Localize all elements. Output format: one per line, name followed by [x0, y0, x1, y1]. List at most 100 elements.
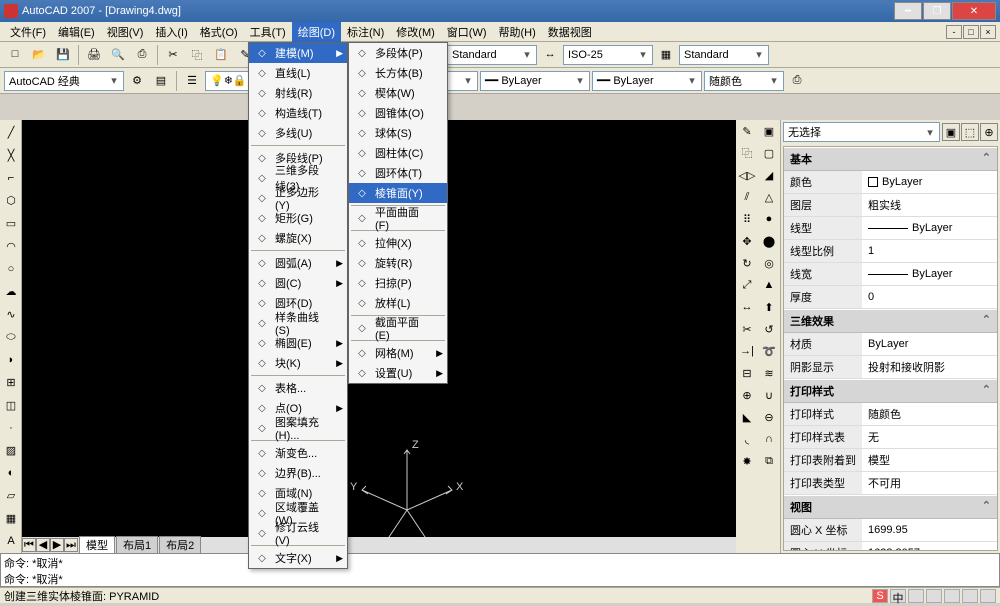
menu-item[interactable]: ◇圆环体(T)	[349, 163, 447, 183]
cut-icon[interactable]: ✂	[162, 44, 184, 66]
pyramid-icon[interactable]: ▲	[758, 274, 780, 296]
intersect-icon[interactable]: ∩	[758, 428, 780, 450]
mtext-icon[interactable]: A	[0, 530, 22, 552]
menu-item[interactable]: ◇棱锥面(Y)	[349, 183, 447, 203]
prop-row[interactable]: 图层粗实线	[784, 194, 997, 217]
menu-item[interactable]: ◇圆柱体(C)	[349, 143, 447, 163]
makeblock-icon[interactable]: ◫	[0, 394, 22, 416]
prop-row[interactable]: 阴影显示投射和接收阴影	[784, 356, 997, 379]
tab-first[interactable]: ⏮	[22, 538, 36, 552]
print-icon[interactable]: 🖨	[83, 44, 105, 66]
chamfer-icon[interactable]: ◣	[736, 406, 758, 428]
wedge-icon[interactable]: ◢	[758, 164, 780, 186]
tray-icon-5[interactable]	[980, 589, 996, 603]
lineweight-combo[interactable]: ━━ ByLayer▾	[592, 71, 702, 91]
point-icon[interactable]: ·	[0, 417, 22, 439]
break-icon[interactable]: ⊟	[736, 362, 758, 384]
menu-item[interactable]: ◇旋转(R)	[349, 253, 447, 273]
tray-icon-1[interactable]	[908, 589, 924, 603]
subtract-icon[interactable]: ⊖	[758, 406, 780, 428]
line-icon[interactable]: ╱	[0, 122, 22, 144]
workspace-settings-icon[interactable]: ⚙	[126, 70, 148, 92]
ellipse-icon[interactable]: ⬭	[0, 326, 22, 348]
union-icon[interactable]: ∪	[758, 384, 780, 406]
loft-icon[interactable]: ≋	[758, 362, 780, 384]
menu-item[interactable]: ◇多线(U)	[249, 123, 347, 143]
menu-item[interactable]: ◇长方体(B)	[349, 63, 447, 83]
prop-row[interactable]: 打印样式表无	[784, 426, 997, 449]
menu-tools[interactable]: 工具(T)	[244, 22, 292, 42]
close-button[interactable]: ✕	[952, 2, 996, 20]
menu-item[interactable]: ◇块(K)▶	[249, 353, 347, 373]
sphere-icon[interactable]: ●	[758, 208, 780, 230]
menu-item[interactable]: ◇图案填充(H)...	[249, 418, 347, 438]
menu-item[interactable]: ◇建模(M)▶	[249, 43, 347, 63]
offset-icon[interactable]: ⫽	[736, 186, 758, 208]
menu-format[interactable]: 格式(O)	[194, 22, 244, 42]
prop-group-header[interactable]: 视图⌃	[784, 495, 997, 519]
tab-layout2[interactable]: 布局2	[159, 536, 201, 554]
pline-icon[interactable]: ⌐	[0, 167, 22, 189]
menu-item[interactable]: ◇样条曲线(S)	[249, 313, 347, 333]
publish-icon[interactable]: ⎙	[131, 44, 153, 66]
tab-model[interactable]: 模型	[79, 536, 115, 554]
menu-help[interactable]: 帮助(H)	[493, 22, 542, 42]
menu-dataview[interactable]: 数据视图	[542, 22, 598, 42]
prop-row[interactable]: 材质ByLayer	[784, 333, 997, 356]
prop-row[interactable]: 线型ByLayer	[784, 217, 997, 240]
hatch-icon[interactable]: ▨	[0, 440, 22, 462]
menu-item[interactable]: ◇直线(L)	[249, 63, 347, 83]
tray-icon-4[interactable]	[962, 589, 978, 603]
tab-last[interactable]: ⏭	[64, 538, 78, 552]
menu-item[interactable]: ◇多段体(P)	[349, 43, 447, 63]
circle-icon[interactable]: ○	[0, 258, 22, 280]
menu-item[interactable]: ◇射线(R)	[249, 83, 347, 103]
menu-item[interactable]: ◇圆弧(A)▶	[249, 253, 347, 273]
3dpoly-icon[interactable]: ▣	[758, 120, 780, 142]
menu-draw[interactable]: 绘图(D)	[292, 22, 341, 42]
menu-modify[interactable]: 修改(M)	[390, 22, 441, 42]
prop-row[interactable]: 线宽ByLayer	[784, 263, 997, 286]
menu-dimension[interactable]: 标注(N)	[341, 22, 390, 42]
menu-item[interactable]: ◇修订云线(V)	[249, 523, 347, 543]
copy-icon[interactable]: ⿻	[186, 44, 208, 66]
tab-prev[interactable]: ◀	[36, 538, 50, 552]
prop-row[interactable]: 打印样式随颜色	[784, 403, 997, 426]
mirror-icon[interactable]: ◁▷	[736, 164, 758, 186]
explode-icon[interactable]: ✸	[736, 450, 758, 472]
xline-icon[interactable]: ╳	[0, 145, 22, 167]
menu-item[interactable]: ◇圆锥体(O)	[349, 103, 447, 123]
pickadd-icon[interactable]: ⊕	[980, 123, 998, 141]
toolpalettes-icon[interactable]: ▤	[150, 70, 172, 92]
prop-row[interactable]: 打印表附着到模型	[784, 449, 997, 472]
prop-row[interactable]: 厚度0	[784, 286, 997, 309]
trim-icon[interactable]: ✂	[736, 318, 758, 340]
menu-item[interactable]: ◇边界(B)...	[249, 463, 347, 483]
menu-item[interactable]: ◇正多边形(Y)	[249, 188, 347, 208]
erase-icon[interactable]: ✎	[736, 120, 758, 142]
prop-row[interactable]: 打印表类型不可用	[784, 472, 997, 495]
dimstyle-icon[interactable]: ↔	[539, 44, 561, 66]
rotate-icon[interactable]: ↻	[736, 252, 758, 274]
prop-group-header[interactable]: 打印样式⌃	[784, 379, 997, 403]
sweep-icon[interactable]: ➰	[758, 340, 780, 362]
menu-item[interactable]: ◇截面平面(E)	[349, 318, 447, 338]
arc-icon[interactable]: ◠	[0, 235, 22, 257]
cylinder-icon[interactable]: ⬤	[758, 230, 780, 252]
prop-group-header[interactable]: 基本⌃	[784, 147, 997, 171]
sectionplane-icon[interactable]: ⧉	[758, 450, 780, 472]
minimize-button[interactable]: ━	[894, 2, 922, 20]
maximize-button[interactable]: ❐	[923, 2, 951, 20]
array-icon[interactable]: ⠿	[736, 208, 758, 230]
menu-item[interactable]: ◇放样(L)	[349, 293, 447, 313]
menu-edit[interactable]: 编辑(E)	[52, 22, 101, 42]
workspace-combo[interactable]: AutoCAD 经典▾	[4, 71, 124, 91]
paste-icon[interactable]: 📋	[210, 44, 232, 66]
tray-icon-3[interactable]	[944, 589, 960, 603]
move-icon[interactable]: ✥	[736, 230, 758, 252]
revolve-icon[interactable]: ↺	[758, 318, 780, 340]
linetype-combo[interactable]: ━━ ByLayer▾	[480, 71, 590, 91]
extrude-icon[interactable]: ⬆	[758, 296, 780, 318]
menu-item[interactable]: ◇矩形(G)	[249, 208, 347, 228]
menu-item[interactable]: ◇螺旋(X)	[249, 228, 347, 248]
